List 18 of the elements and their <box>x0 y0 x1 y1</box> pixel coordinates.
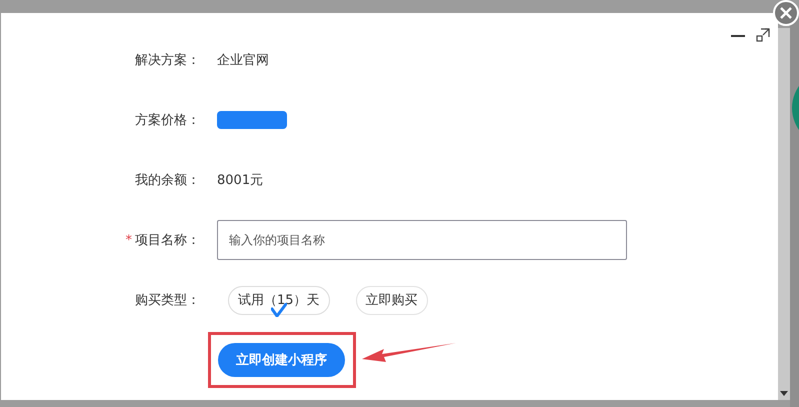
field-label: 我的余额： <box>135 172 200 189</box>
field-label: 解决方案： <box>135 52 200 69</box>
field-value: 8001元 <box>217 172 264 189</box>
close-button[interactable] <box>773 0 799 26</box>
purchase-type-option[interactable]: 立即购买 <box>356 286 428 314</box>
field-label: 方案价格： <box>135 112 200 129</box>
required-mark: * <box>126 232 132 248</box>
redacted-price <box>217 111 287 129</box>
expand-icon[interactable] <box>756 28 770 42</box>
field-label: 项目名称： <box>135 232 200 249</box>
field-label: 购买类型： <box>135 292 200 309</box>
project-name-input[interactable]: 输入你的项目名称 <box>217 220 627 260</box>
scrollbar[interactable] <box>778 28 790 400</box>
scroll-down-icon[interactable] <box>780 389 788 397</box>
field-value: 企业官网 <box>217 52 269 69</box>
purchase-type-option[interactable]: 试用（15）天 <box>228 286 330 314</box>
close-icon <box>780 7 792 19</box>
create-button[interactable]: 立即创建小程序 <box>218 343 345 377</box>
